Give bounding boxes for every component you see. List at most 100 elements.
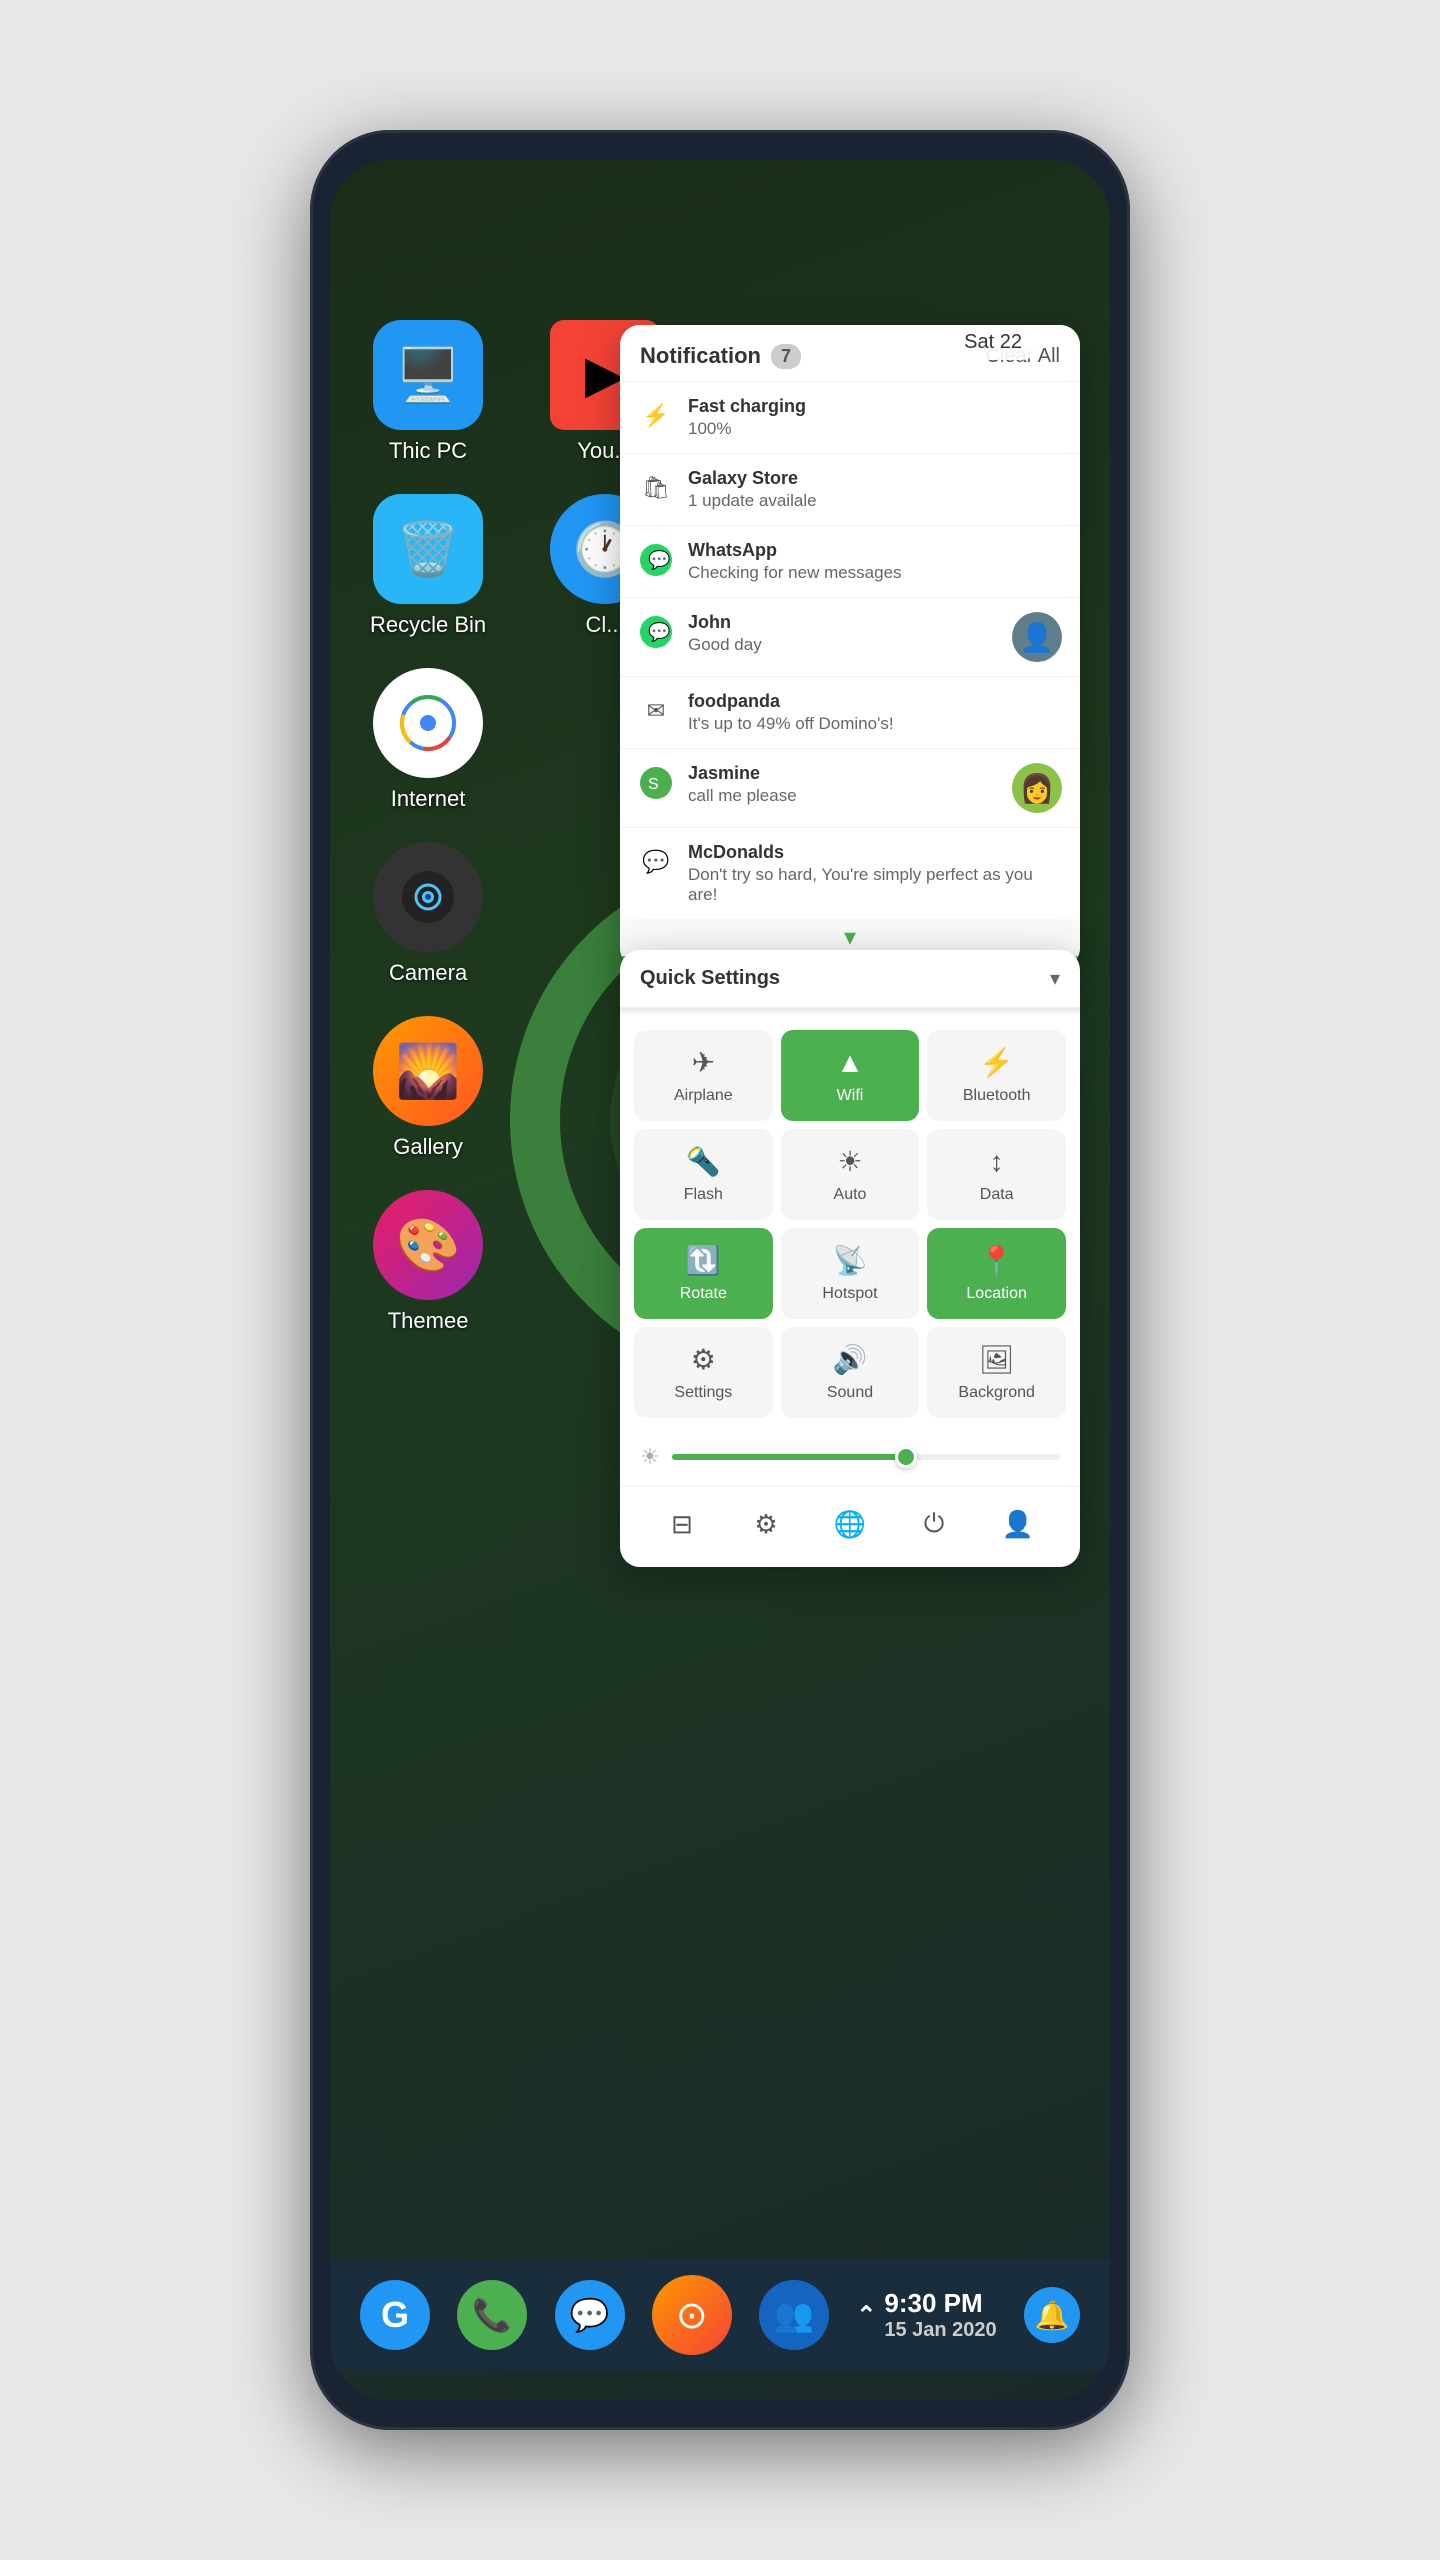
qs-header: Quick Settings ▾ bbox=[620, 950, 1080, 1008]
gallery-icon: 🌄 bbox=[373, 1016, 483, 1126]
qs-airplane[interactable]: ✈ Airplane bbox=[634, 1030, 773, 1121]
location-icon: 📍 bbox=[979, 1244, 1014, 1277]
phone-frame: 🖥️ Thic PC 🗑️ Recycle Bin bbox=[310, 130, 1130, 2430]
qs-actions: ⊟ ⚙ 🌐 ⏻ 👤 bbox=[620, 1486, 1080, 1567]
dock-sms[interactable]: 💬 bbox=[555, 2280, 625, 2350]
status-date: 15 Jan 2020 bbox=[884, 2319, 996, 2342]
qs-flash[interactable]: 🔦 Flash bbox=[634, 1129, 773, 1220]
galaxy-store-icon: 🛍 bbox=[638, 470, 674, 506]
notif-galaxy-store[interactable]: 🛍 Galaxy Store 1 update availale bbox=[620, 453, 1080, 525]
thic-pc-icon: 🖥️ bbox=[373, 320, 483, 430]
phone-screen: 🖥️ Thic PC 🗑️ Recycle Bin bbox=[330, 160, 1110, 2400]
app-icon-thic-pc[interactable]: 🖥️ Thic PC bbox=[370, 320, 486, 464]
app-icon-themee[interactable]: 🎨 Themee bbox=[370, 1190, 486, 1334]
qs-data[interactable]: ↕ Data bbox=[927, 1129, 1066, 1220]
brightness-icon: ☀ bbox=[640, 1444, 660, 1470]
svg-text:S: S bbox=[648, 776, 659, 793]
brightness-slider[interactable] bbox=[672, 1454, 1060, 1460]
flash-icon: 🔦 bbox=[686, 1145, 721, 1178]
data-icon: ↕ bbox=[990, 1146, 1004, 1178]
mcdonalds-content: McDonalds Don't try so hard, You're simp… bbox=[688, 842, 1062, 905]
qs-wifi[interactable]: ▲ Wifi bbox=[781, 1030, 920, 1121]
dock-messenger[interactable]: ⊙ bbox=[652, 2275, 732, 2355]
svg-text:💬: 💬 bbox=[648, 549, 670, 570]
notif-mcdonalds[interactable]: 💬 McDonalds Don't try so hard, You're si… bbox=[620, 827, 1080, 919]
jasmine-avatar-img: 👩 bbox=[1012, 763, 1062, 813]
mcdonalds-icon: 💬 bbox=[638, 844, 674, 880]
qs-auto[interactable]: ☀ Auto bbox=[781, 1129, 920, 1220]
camera-label: Camera bbox=[389, 960, 467, 986]
status-time: 9:30 PM bbox=[884, 2288, 996, 2319]
notif-john[interactable]: 💬 John Good day 👤 bbox=[620, 597, 1080, 676]
qs-screenshot-btn[interactable]: ⊟ bbox=[657, 1499, 707, 1549]
qs-sound[interactable]: 🔊 Sound bbox=[781, 1327, 920, 1418]
quick-settings-panel: Quick Settings ▾ ✈ Airplane ▲ Wifi ⚡ bbox=[620, 950, 1080, 1567]
qs-hotspot[interactable]: 📡 Hotspot bbox=[781, 1228, 920, 1319]
bottom-dock: G 📞 💬 ⊙ 👥 ⌃ 9:30 PM 15 Jan 2020 🔔 bbox=[330, 2260, 1110, 2370]
qs-network-btn[interactable]: 🌐 bbox=[825, 1499, 875, 1549]
qs-backgrond[interactable]: 🖼 Backgrond bbox=[927, 1327, 1066, 1418]
app-icon-gallery[interactable]: 🌄 Gallery bbox=[370, 1016, 486, 1160]
qs-title: Quick Settings bbox=[640, 967, 780, 990]
app-icon-camera[interactable]: Camera bbox=[370, 842, 486, 986]
recycle-bin-icon: 🗑️ bbox=[373, 494, 483, 604]
dock-google[interactable]: G bbox=[360, 2280, 430, 2350]
qs-power-btn[interactable]: ⏻ bbox=[909, 1499, 959, 1549]
clock-label: Cl... bbox=[585, 612, 624, 638]
whatsapp-icon: 💬 bbox=[638, 542, 674, 578]
gallery-label: Gallery bbox=[393, 1134, 463, 1160]
settings-icon: ⚙ bbox=[691, 1343, 716, 1376]
wifi-icon: ▲ bbox=[836, 1047, 864, 1079]
qs-location[interactable]: 📍 Location bbox=[927, 1228, 1066, 1319]
svg-text:💬: 💬 bbox=[648, 621, 670, 642]
whatsapp-content: WhatsApp Checking for new messages bbox=[688, 540, 1062, 583]
charging-icon: ⚡ bbox=[638, 398, 674, 434]
themee-label: Themee bbox=[388, 1308, 469, 1334]
camera-icon bbox=[373, 842, 483, 952]
dock-notification-bell[interactable]: 🔔 bbox=[1024, 2287, 1080, 2343]
scroll-down-arrow: ▾ bbox=[844, 923, 856, 952]
charging-content: Fast charging 100% bbox=[688, 396, 1062, 439]
thic-pc-label: Thic PC bbox=[389, 438, 467, 464]
internet-label: Internet bbox=[391, 786, 466, 812]
foodpanda-content: foodpanda It's up to 49% off Domino's! bbox=[688, 691, 1062, 734]
notif-charging[interactable]: ⚡ Fast charging 100% bbox=[620, 381, 1080, 453]
notif-foodpanda[interactable]: ✉ foodpanda It's up to 49% off Domino's! bbox=[620, 676, 1080, 748]
hotspot-icon: 📡 bbox=[833, 1244, 868, 1277]
brightness-row: ☀ bbox=[620, 1432, 1080, 1486]
qs-settings[interactable]: ⚙ Settings bbox=[634, 1327, 773, 1418]
app-icon-internet[interactable]: Internet bbox=[370, 668, 486, 812]
jasmine-avatar: 👩 bbox=[1012, 763, 1062, 813]
sound-icon: 🔊 bbox=[833, 1343, 868, 1376]
foodpanda-icon: ✉ bbox=[638, 693, 674, 729]
qs-chevron-icon[interactable]: ▾ bbox=[1050, 966, 1060, 991]
john-avatar-img: 👤 bbox=[1012, 612, 1062, 662]
qs-rotate[interactable]: 🔃 Rotate bbox=[634, 1228, 773, 1319]
qs-settings-btn[interactable]: ⚙ bbox=[741, 1499, 791, 1549]
themee-icon: 🎨 bbox=[373, 1190, 483, 1300]
desktop-icons-left: 🖥️ Thic PC 🗑️ Recycle Bin bbox=[370, 320, 486, 1334]
date-chip: Sat 22 bbox=[946, 325, 1040, 360]
dock-phone[interactable]: 📞 bbox=[457, 2280, 527, 2350]
up-arrow-icon: ⌃ bbox=[856, 2301, 876, 2330]
john-avatar: 👤 bbox=[1012, 612, 1062, 662]
qs-bluetooth[interactable]: ⚡ Bluetooth bbox=[927, 1030, 1066, 1121]
auto-icon: ☀ bbox=[837, 1145, 862, 1178]
internet-icon bbox=[373, 668, 483, 778]
notif-jasmine[interactable]: S Jasmine call me please 👩 bbox=[620, 748, 1080, 827]
notification-badge: 7 bbox=[771, 344, 801, 369]
app-icon-recycle-bin[interactable]: 🗑️ Recycle Bin bbox=[370, 494, 486, 638]
rotate-icon: 🔃 bbox=[686, 1244, 721, 1277]
brightness-fill bbox=[672, 1454, 905, 1460]
dock-right: 🔔 bbox=[1024, 2287, 1080, 2343]
notif-whatsapp[interactable]: 💬 WhatsApp Checking for new messages bbox=[620, 525, 1080, 597]
background-icon: 🖼 bbox=[979, 1343, 1015, 1376]
john-content: John Good day bbox=[688, 612, 998, 655]
notification-panel: Notification 7 Clear All ⚡ Fast charging… bbox=[620, 325, 1080, 968]
jasmine-content: Jasmine call me please bbox=[688, 763, 998, 806]
dock-contacts[interactable]: 👥 bbox=[759, 2280, 829, 2350]
status-bar: ⌃ 9:30 PM 15 Jan 2020 bbox=[856, 2288, 996, 2342]
qs-user-btn[interactable]: 👤 bbox=[993, 1499, 1043, 1549]
notification-list: ⚡ Fast charging 100% 🛍 Galaxy Store 1 up… bbox=[620, 381, 1080, 919]
jasmine-icon: S bbox=[638, 765, 674, 801]
